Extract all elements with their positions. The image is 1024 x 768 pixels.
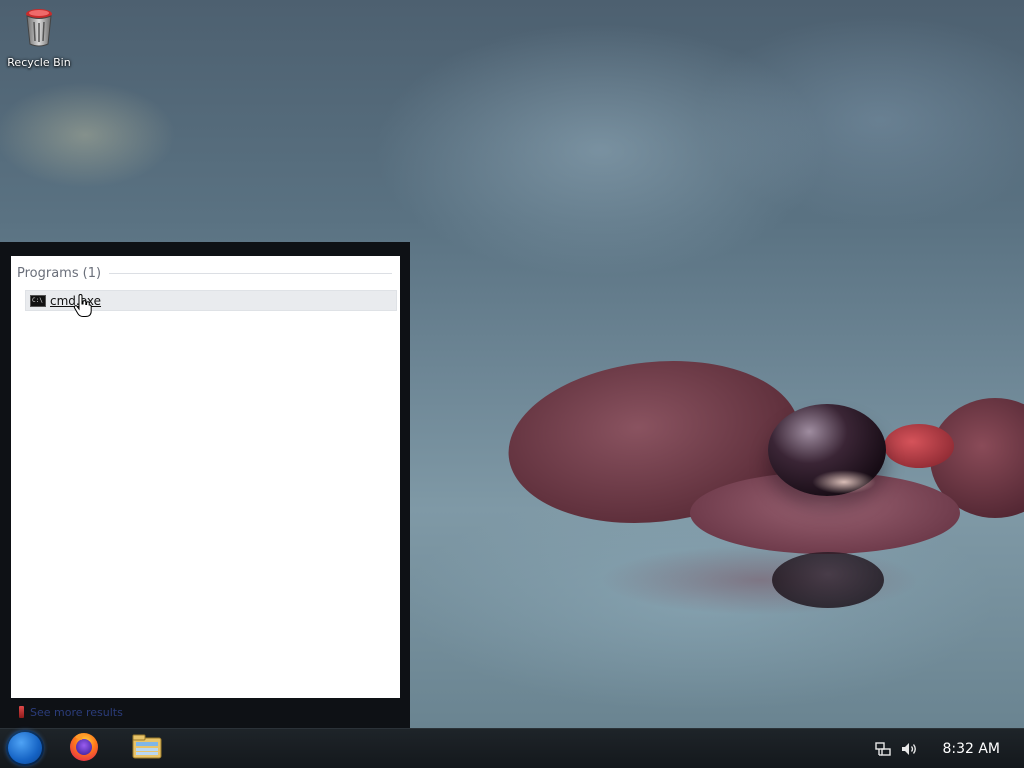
- search-results-panel: Programs (1) C:\ cmd.exe: [11, 256, 400, 698]
- section-count: (1): [82, 266, 102, 281]
- volume-icon[interactable]: [900, 740, 918, 758]
- results-section-header: Programs (1): [17, 266, 392, 281]
- command-prompt-icon: C:\: [30, 294, 46, 307]
- system-tray: 8:32 AM: [874, 729, 1024, 768]
- start-menu: Programs (1) C:\ cmd.exe See more result…: [0, 242, 410, 728]
- search-results-icon: [19, 706, 24, 718]
- firefox-icon: [67, 729, 101, 767]
- see-more-results-link[interactable]: See more results: [11, 702, 400, 722]
- section-title: Programs: [17, 266, 79, 281]
- taskbar-clock[interactable]: 8:32 AM: [942, 741, 1000, 757]
- taskbar-firefox-button[interactable]: [66, 731, 102, 765]
- taskbar: 8:32 AM: [0, 728, 1024, 768]
- taskbar-file-explorer-button[interactable]: [129, 731, 165, 765]
- wallpaper-droplet-reflection: [772, 552, 884, 608]
- see-more-results-label: See more results: [30, 705, 123, 719]
- network-icon[interactable]: [874, 740, 892, 758]
- hand-cursor-icon: [73, 293, 93, 318]
- file-explorer-icon: [130, 729, 164, 767]
- wallpaper-petal: [884, 424, 954, 468]
- recycle-bin-icon: [22, 6, 56, 52]
- desktop-icon-label: Recycle Bin: [7, 56, 71, 69]
- section-divider: [109, 273, 392, 274]
- start-button[interactable]: [6, 730, 44, 766]
- desktop-icon-recycle-bin[interactable]: Recycle Bin: [4, 6, 74, 76]
- wallpaper-droplet-shine: [812, 470, 876, 494]
